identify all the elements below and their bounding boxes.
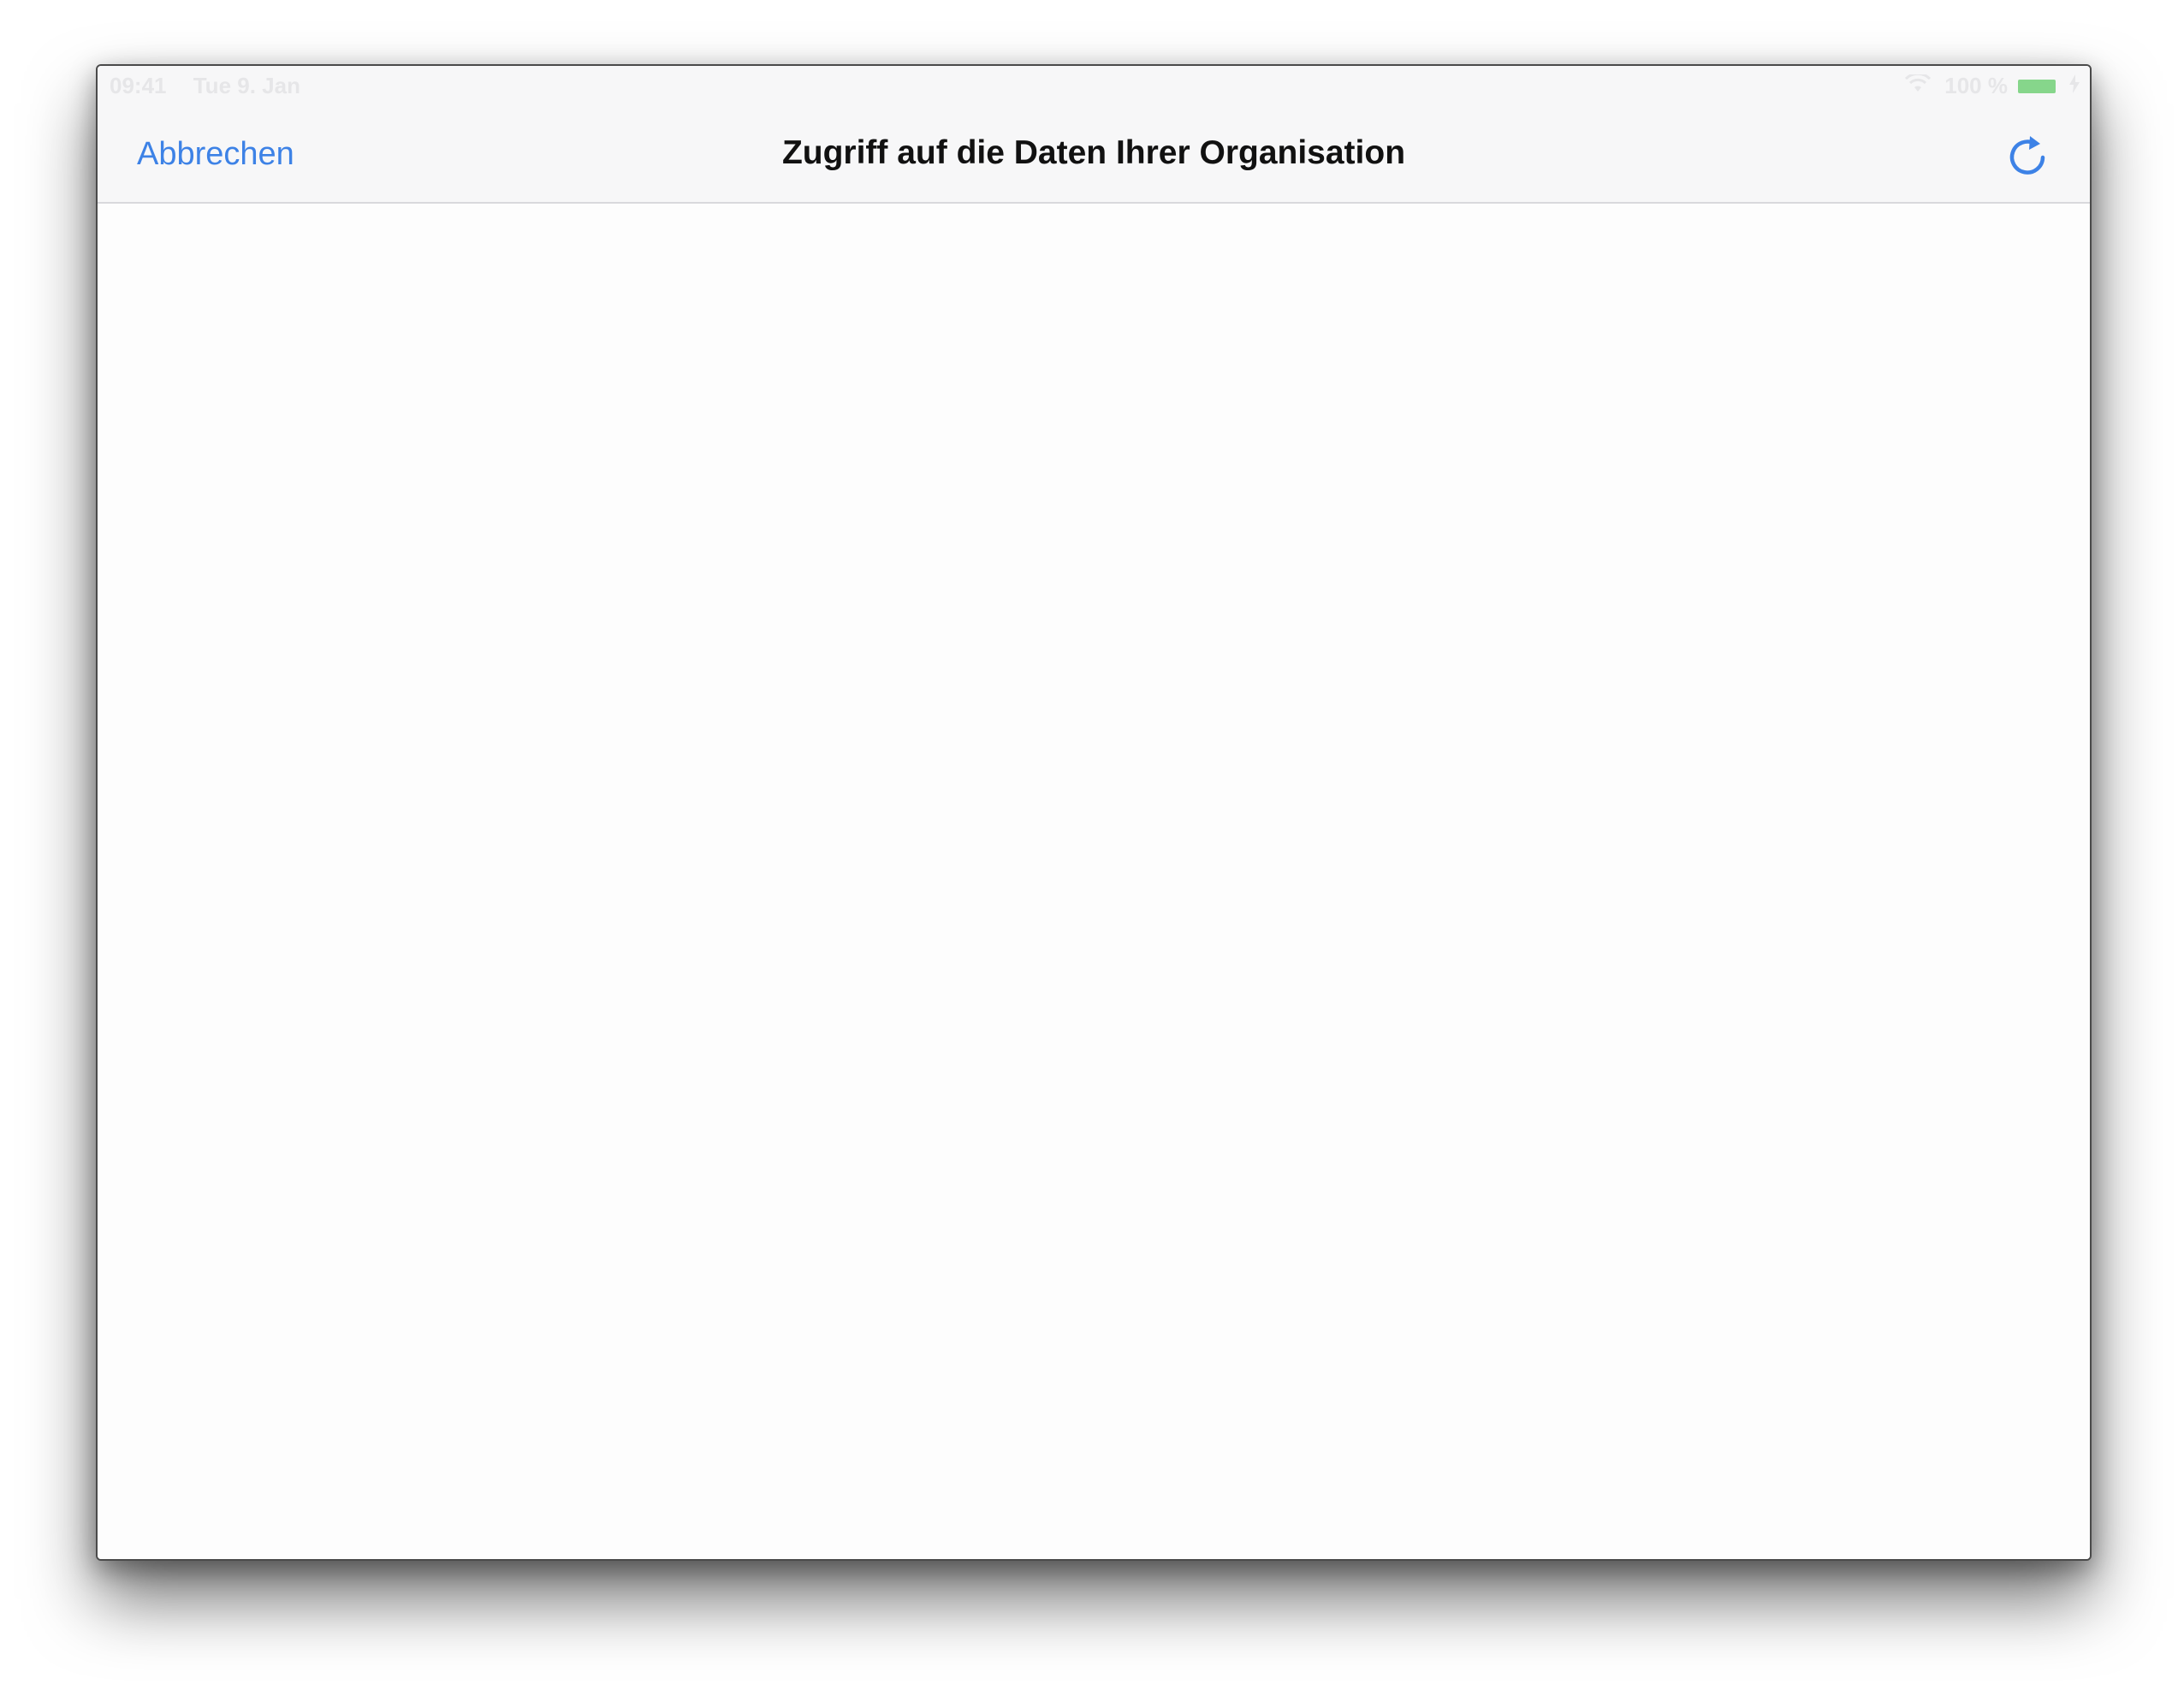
- battery-icon: [2018, 79, 2056, 93]
- status-right: 100 %: [1905, 72, 2080, 99]
- status-time: 09:41: [110, 73, 167, 98]
- charging-icon: [2069, 73, 2080, 99]
- page-title: Zugriff auf die Daten Ihrer Organisation: [781, 134, 1406, 171]
- app-window: 09:41 Tue 9. Jan 100 % Abbrechen Zugriff…: [96, 64, 2092, 1561]
- navigation-bar: Abbrechen Zugriff auf die Daten Ihrer Or…: [98, 105, 2090, 204]
- web-content-area[interactable]: [98, 204, 2090, 1559]
- status-date: Tue 9. Jan: [193, 73, 300, 98]
- status-left: 09:41 Tue 9. Jan: [110, 73, 321, 99]
- battery-percent: 100 %: [1944, 73, 2008, 98]
- refresh-icon[interactable]: [2003, 129, 2054, 181]
- wifi-icon: [1905, 72, 1932, 99]
- status-bar: 09:41 Tue 9. Jan 100 %: [98, 66, 2090, 105]
